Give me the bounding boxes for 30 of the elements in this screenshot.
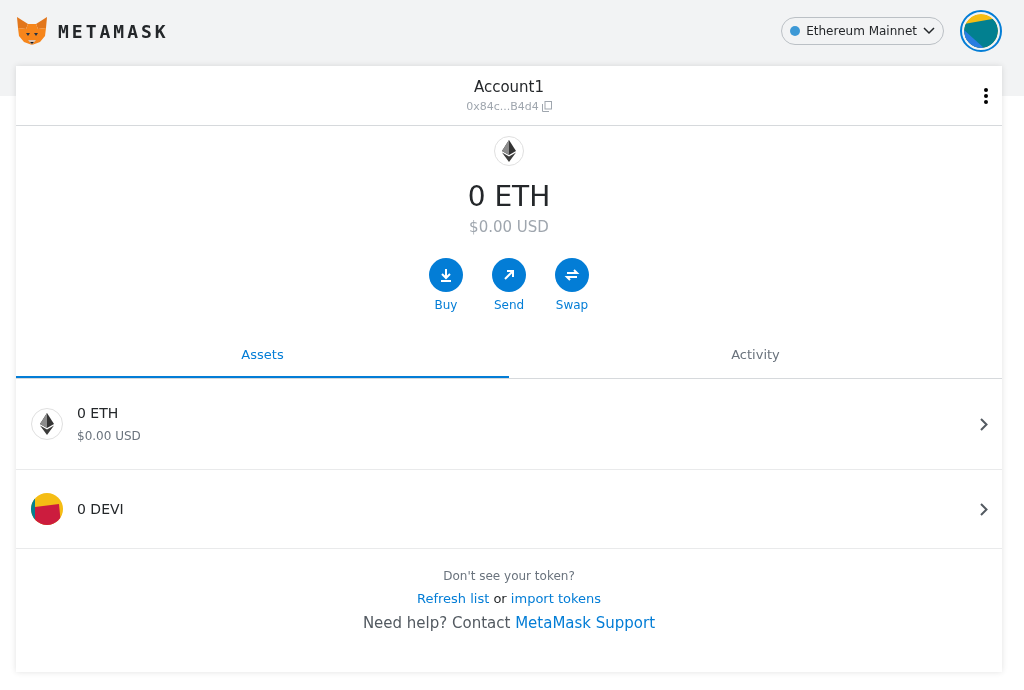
asset-fiat-value: $0.00 USD [77,429,142,443]
import-tokens-link[interactable]: import tokens [510,591,602,606]
support-link[interactable]: MetaMask Support [515,614,656,632]
token-help-text: Refresh list or import tokens [416,591,602,606]
balance-fiat: $0.00 USD [469,218,549,236]
account-name: Account1 [473,78,545,96]
logo-text: METAMASK [58,20,169,42]
network-status-icon [790,26,801,36]
token-question: Don't see your token? [443,569,575,583]
kebab-menu-icon [984,88,988,104]
refresh-list-link[interactable]: Refresh list [416,591,490,606]
chevron-right-icon [980,502,988,516]
asset-amount: 0 DEVI [77,501,125,517]
tab[interactable]: Activity [509,332,1002,378]
ethereum-icon [502,140,516,162]
asset-amount: 0 ETH [77,405,120,421]
account-avatar[interactable] [960,10,1002,52]
chevron-right-icon [980,417,988,431]
copy-icon[interactable] [541,101,552,112]
asset-row[interactable]: 0 DEVI [16,470,1002,548]
account-address[interactable]: 0x84c...B4d4 [466,100,539,113]
fox-logo-icon [16,16,48,46]
tab[interactable]: Assets [16,332,509,378]
help-text: Need help? Contact MetaMask Support [362,614,656,632]
ethereum-icon [40,413,54,435]
token-icon [31,493,63,525]
asset-row[interactable]: 0 ETH $0.00 USD [16,379,1002,469]
network-selector[interactable]: Ethereum Mainnet [781,17,944,45]
balance-amount: 0 ETH [467,180,551,213]
chevron-down-icon [923,27,935,35]
